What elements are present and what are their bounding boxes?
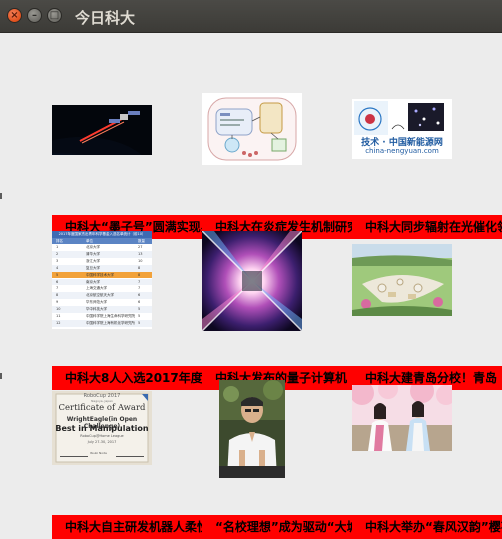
table-cell: 27 bbox=[138, 245, 143, 249]
table-row: 6 南京大学 7 bbox=[52, 278, 152, 286]
table-cell: 3 bbox=[56, 258, 59, 263]
window-titlebar: × – □ 今日科大 bbox=[0, 0, 502, 33]
table-cell: 7 bbox=[138, 286, 141, 291]
news-thumbnail-cherry-blossom bbox=[352, 385, 452, 451]
table-cell: 10 bbox=[56, 307, 61, 312]
table-row: 12 中国科学院上海有机化学研究所 5 bbox=[52, 319, 152, 327]
table-row: 7 上海交通大学 7 bbox=[52, 285, 152, 293]
news-tile[interactable]: 中科大发布的量子计算机 bbox=[202, 231, 352, 390]
certificate-date: July 27-30, 2017 bbox=[87, 440, 117, 444]
table-cell: 11 bbox=[56, 314, 61, 318]
news-thumbnail-certificate: RoboCup 2017 Nagoya, Japan Certificate o… bbox=[52, 391, 152, 465]
certificate-signature bbox=[116, 449, 144, 457]
news-grid: 中科大“墨子号”圆满实现星地量子 中科大在炎症发生机制研究 bbox=[0, 33, 502, 539]
table-cell: 9 bbox=[56, 300, 59, 305]
table-cell: 2 bbox=[56, 251, 59, 256]
table-cell: 中国科学技术大学 bbox=[86, 272, 114, 277]
news-headline[interactable]: “名校理想”成为驱动“大城 bbox=[202, 515, 352, 539]
table-cell: 8 bbox=[56, 293, 59, 298]
table-cell: 华中科技大学 bbox=[86, 307, 107, 312]
window-title: 今日科大 bbox=[75, 9, 136, 27]
table-row: 5 中国科学技术大学 8 bbox=[52, 271, 152, 279]
table-cell: 中国科学院上海有机化学研究所 bbox=[86, 320, 135, 325]
certificate-signature bbox=[60, 449, 88, 457]
table-cell: 中国科学院上海生命科学研究院 bbox=[86, 314, 135, 318]
news-tile[interactable]: 2017年度国家杰出青年科学基金入选名单统计（前10） 排名 单位 数量 1 北京… bbox=[52, 231, 202, 390]
table-cell: 13 bbox=[138, 251, 143, 256]
news-tile[interactable]: 中科大“墨子号”圆满实现星地量子 bbox=[52, 93, 202, 239]
news-thumbnail-ranking-table: 2017年度国家杰出青年科学基金入选名单统计（前10） 排名 单位 数量 1 北京… bbox=[52, 231, 152, 329]
table-cell: 6 bbox=[56, 279, 59, 284]
table-cell: 8 bbox=[138, 272, 141, 277]
table-cell: 12 bbox=[56, 320, 61, 325]
certificate-award: Best in Manipulation bbox=[55, 424, 149, 433]
table-cell: 5 bbox=[138, 314, 141, 318]
table-row: 8 北京航空航天大学 6 bbox=[52, 292, 152, 300]
table-row: 10 华中科技大学 5 bbox=[52, 306, 152, 313]
edge-marker bbox=[0, 193, 2, 199]
table-cell: 北京航空航天大学 bbox=[86, 293, 114, 298]
news-thumbnail-quantum-chip bbox=[202, 231, 302, 331]
table-cell: 浙江大学 bbox=[86, 258, 100, 263]
news-thumbnail-satellite bbox=[52, 105, 152, 155]
certificate-title: Certificate of Award bbox=[58, 403, 146, 413]
table-cell: 上海交通大学 bbox=[86, 286, 107, 291]
table-title: 2017年度国家杰出青年科学基金入选名单统计（前10） bbox=[52, 231, 152, 238]
news-thumbnail-portrait bbox=[219, 380, 285, 478]
news-tile[interactable]: 中科大建青岛分校！青岛 bbox=[352, 231, 502, 390]
table-cell: 北京大学 bbox=[86, 245, 100, 249]
news-tile[interactable]: 技术 · 中国新能源网 china-nengyuan.com 中科大同步辐射在光… bbox=[352, 93, 502, 239]
table-cell: 4 bbox=[56, 265, 59, 270]
news-headline[interactable]: 中科大自主研发机器人柔性 bbox=[52, 515, 202, 539]
edge-marker bbox=[0, 373, 2, 379]
minimize-icon[interactable]: – bbox=[27, 8, 42, 23]
table-row: 11 中国科学院上海生命科学研究院 5 bbox=[52, 313, 152, 320]
news-tile[interactable]: 中科大举办“春风汉韵”樱花 bbox=[352, 380, 502, 539]
table-row: 1 北京大学 27 bbox=[52, 244, 152, 251]
table-row: 4 复旦大学 8 bbox=[52, 264, 152, 272]
table-cell: 5 bbox=[138, 307, 141, 312]
table-cell: 7 bbox=[56, 286, 59, 291]
news-thumbnail-scatter: 技术 · 中国新能源网 china-nengyuan.com bbox=[352, 99, 452, 159]
table-cell: 6 bbox=[138, 300, 141, 305]
close-icon[interactable]: × bbox=[7, 8, 22, 23]
table-cell: 5 bbox=[56, 272, 59, 277]
news-thumbnail-campus-aerial bbox=[352, 244, 452, 316]
news-tile[interactable]: “名校理想”成为驱动“大城 bbox=[202, 380, 352, 539]
maximize-icon[interactable]: □ bbox=[47, 8, 62, 23]
news-tile[interactable]: 中科大在炎症发生机制研究 bbox=[202, 93, 352, 239]
table-row: 9 华东师范大学 6 bbox=[52, 299, 152, 307]
table-cell: 8 bbox=[138, 265, 141, 270]
watermark-url: china-nengyuan.com bbox=[365, 147, 439, 155]
news-thumbnail-diagram bbox=[202, 93, 302, 165]
table-row: 3 浙江大学 10 bbox=[52, 257, 152, 265]
table-cell: 10 bbox=[138, 258, 143, 263]
table-cell: 5 bbox=[138, 320, 141, 325]
table-cell: 6 bbox=[138, 293, 141, 298]
table-cell: 7 bbox=[138, 279, 141, 284]
table-cell: 华东师范大学 bbox=[86, 300, 107, 305]
table-cell: 1 bbox=[56, 245, 59, 249]
certificate-league: RoboCup@Home League bbox=[80, 434, 124, 438]
certificate-signer: Itsuki Noda bbox=[90, 451, 107, 455]
table-cell: 复旦大学 bbox=[86, 265, 100, 270]
table-cell: 清华大学 bbox=[86, 251, 100, 256]
table-row: 2 清华大学 13 bbox=[52, 250, 152, 258]
news-tile[interactable]: RoboCup 2017 Nagoya, Japan Certificate o… bbox=[52, 380, 202, 539]
table-cell: 南京大学 bbox=[86, 279, 100, 284]
news-headline[interactable]: 中科大举办“春风汉韵”樱花 bbox=[352, 515, 502, 539]
